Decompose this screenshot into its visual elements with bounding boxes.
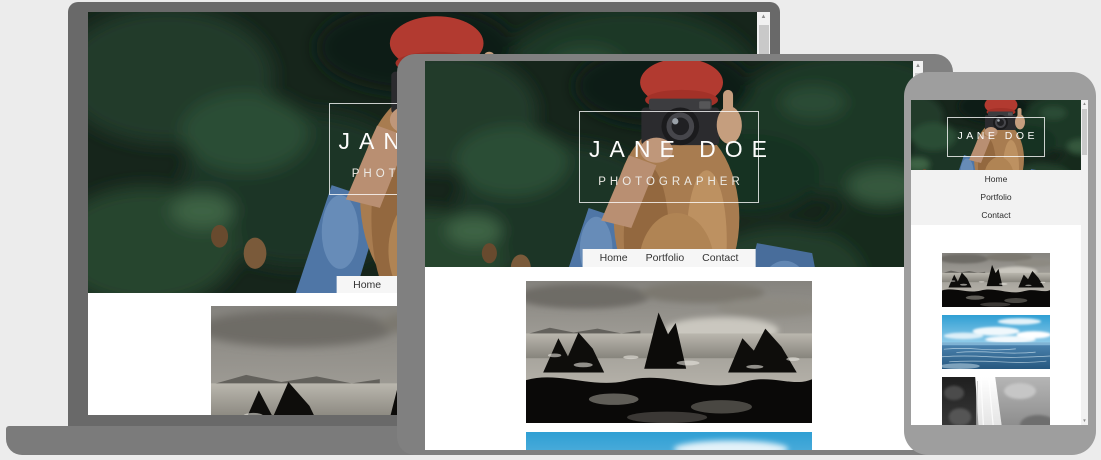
site-tagline: PHOTOGRAPHER [580,176,758,188]
nav-link-home[interactable]: Home [344,279,390,291]
nav-link-portfolio[interactable]: Portfolio [637,252,694,264]
phone-device: JANE DOE Home Portfolio Contact ▲ ▼ [904,72,1096,455]
scroll-down-icon[interactable]: ▼ [1081,417,1088,425]
ocean-horizon-image [526,432,812,450]
nav-link-home[interactable]: Home [591,252,637,264]
ocean-horizon-image [942,315,1050,369]
main-nav: Home Portfolio Contact [583,249,756,267]
site-title: JANE DOE [580,136,758,163]
nav-link-contact[interactable]: Contact [693,252,747,264]
scroll-up-icon[interactable]: ▲ [1081,100,1088,108]
tablet-device: JANE DOE PHOTOGRAPHER Home Portfolio Con… [397,54,953,455]
site-title: JANE DOE [948,130,1044,142]
tablet-screen: JANE DOE PHOTOGRAPHER Home Portfolio Con… [425,61,923,450]
hero-photo: JANE DOE PHOTOGRAPHER Home Portfolio Con… [425,61,913,267]
scrollbar-thumb[interactable] [1082,109,1087,155]
photo-ocean-horizon[interactable] [942,315,1050,369]
hero-title-box: JANE DOE [947,117,1045,157]
waterfall-monochrome-image [942,377,1050,425]
rocky-seascape-image [526,281,812,423]
responsive-preview-stage: JANE DOE PHOTOGRAPHER Home Portfolio Con… [0,0,1101,460]
phone-screen: JANE DOE Home Portfolio Contact ▲ ▼ [911,100,1088,425]
hero-photo: JANE DOE [911,100,1081,170]
scroll-up-icon[interactable]: ▲ [913,61,923,72]
nav-link-contact[interactable]: Contact [981,211,1010,220]
photo-ocean-horizon[interactable] [526,432,812,450]
photo-waterfall-monochrome[interactable] [942,377,1050,425]
phone-scrollbar[interactable]: ▲ ▼ [1081,100,1088,425]
nav-link-portfolio[interactable]: Portfolio [980,193,1011,202]
nav-link-home[interactable]: Home [985,175,1008,184]
main-nav: Home Portfolio Contact [911,170,1081,225]
scroll-up-icon[interactable]: ▲ [757,12,770,23]
hero-title-box: JANE DOE PHOTOGRAPHER [579,111,759,203]
photo-rocky-seascape[interactable] [526,281,812,423]
rocky-seascape-image [942,253,1050,307]
photo-rocky-seascape[interactable] [942,253,1050,307]
